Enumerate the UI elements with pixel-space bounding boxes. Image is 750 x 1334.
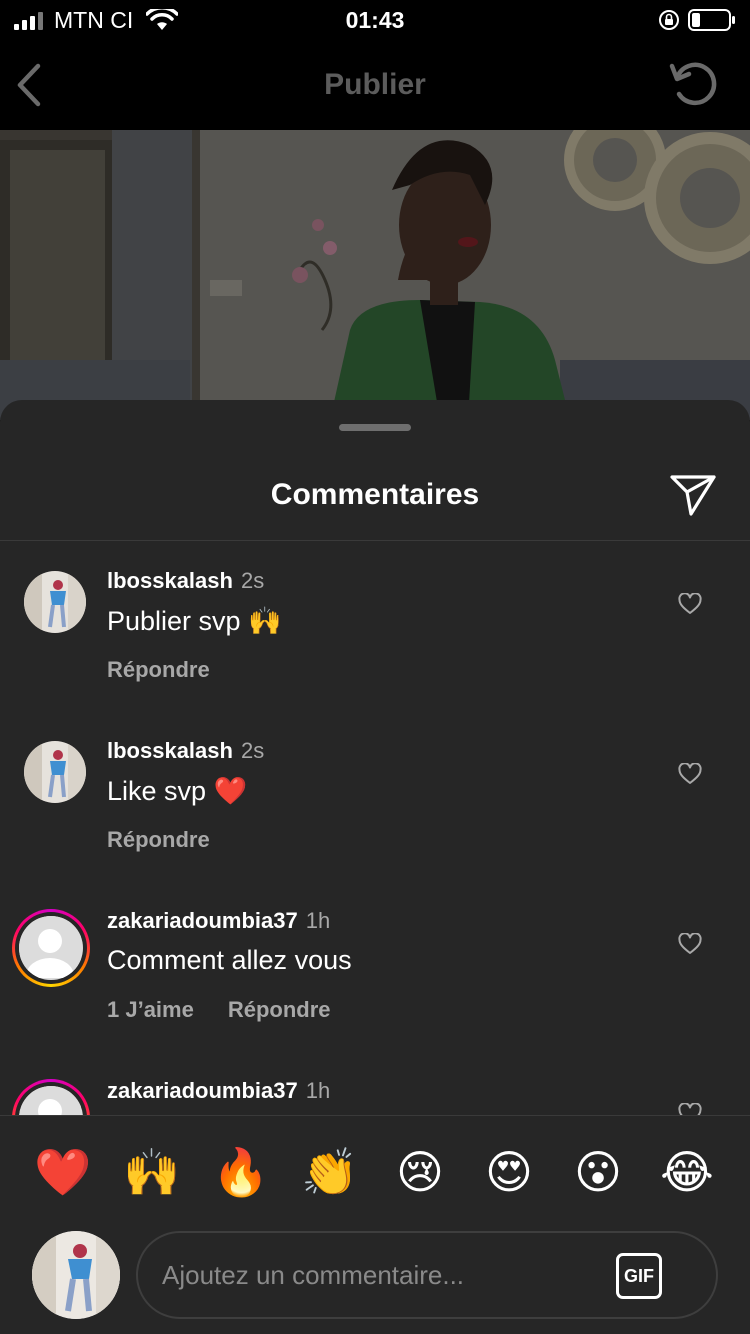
comments-sheet: Commentaires lbosskalash 2s Publier svp 🙌 [0, 400, 750, 1334]
default-avatar [19, 916, 83, 980]
comment-time: 2s [240, 738, 265, 763]
username-text[interactable]: zakariadoumbia37 [107, 1078, 298, 1103]
reaction-fire-emoji[interactable]: 🔥 [211, 1142, 271, 1202]
status-time: 01:43 [345, 7, 405, 33]
default-avatar [19, 1086, 83, 1115]
sheet-title: Commentaires [270, 478, 480, 511]
comment-text: Like svp ❤️ [107, 776, 248, 806]
heart-outline-icon[interactable] [678, 933, 702, 955]
comment-username[interactable]: lbosskalash 2s [107, 738, 264, 764]
avatar-story-ring[interactable] [12, 909, 90, 987]
avatar[interactable] [24, 741, 86, 803]
refresh-icon[interactable] [668, 58, 720, 110]
avatar-image [24, 571, 86, 633]
comment-username[interactable]: zakariadoumbia37 1h [107, 1078, 330, 1104]
reaction-laughing-emoji[interactable]: 😂 [657, 1142, 717, 1202]
comment-actions: Répondre [107, 827, 210, 853]
default-person-icon [19, 916, 81, 978]
username-text[interactable]: lbosskalash [107, 738, 233, 763]
comment-item: lbosskalash 2s Publier svp 🙌 Répondre [0, 541, 750, 711]
heart-outline-icon[interactable] [678, 593, 702, 615]
reaction-heart-emoji[interactable]: ❤️ [33, 1142, 93, 1202]
avatar-ring-gap [15, 912, 87, 984]
post-photo [0, 130, 750, 420]
comment-actions: Répondre [107, 657, 210, 683]
reaction-raised-hands-emoji[interactable]: 🙌 [122, 1142, 182, 1202]
avatar[interactable] [24, 571, 86, 633]
likes-count[interactable]: 1 J’aime [107, 997, 194, 1023]
reaction-crying-emoji[interactable]: 😢 [390, 1142, 450, 1202]
my-avatar [32, 1231, 120, 1319]
quick-reaction-bar: ❤️ 🙌 🔥 👏 😢 😍 😮 😂 [0, 1142, 750, 1202]
reaction-surprised-emoji[interactable]: 😮 [568, 1142, 628, 1202]
nav-bar: Publier [0, 40, 750, 130]
reaction-clap-emoji[interactable]: 👏 [300, 1142, 360, 1202]
avatar-ring-gap [15, 1082, 87, 1115]
avatar-story-ring[interactable] [12, 1079, 90, 1115]
reply-button[interactable]: Répondre [107, 657, 210, 683]
comment-item: lbosskalash 2s Like svp ❤️ Répondre [0, 711, 750, 881]
comment-item: zakariadoumbia37 1h [0, 1051, 750, 1115]
comment-actions: 1 J’aime Répondre [107, 997, 331, 1023]
username-text[interactable]: zakariadoumbia37 [107, 908, 298, 933]
post-photo-image [0, 130, 750, 420]
reply-button[interactable]: Répondre [228, 997, 331, 1023]
username-text[interactable]: lbosskalash [107, 568, 233, 593]
comment-username[interactable]: lbosskalash 2s [107, 568, 264, 594]
comment-time: 1h [305, 1078, 331, 1103]
page-title: Publier [324, 68, 426, 101]
comment-input[interactable] [162, 1253, 602, 1297]
comment-username[interactable]: zakariadoumbia37 1h [107, 908, 330, 934]
comment-text: Comment allez vous [107, 945, 352, 975]
reply-button[interactable]: Répondre [107, 827, 210, 853]
gif-button[interactable]: GIF [616, 1253, 662, 1299]
share-paper-plane-icon[interactable] [668, 472, 718, 518]
my-avatar-image [32, 1231, 120, 1319]
comment-input-box: GIF [136, 1231, 718, 1319]
battery-icon [688, 9, 735, 31]
comment-text: Publier svp 🙌 [107, 606, 282, 636]
orientation-lock-icon [659, 10, 679, 30]
comment-composer-panel: ❤️ 🙌 🔥 👏 😢 😍 😮 😂 GIF [0, 1115, 750, 1334]
comment-item: zakariadoumbia37 1h Comment allez vous 1 … [0, 881, 750, 1051]
default-person-icon [19, 1086, 81, 1115]
sheet-grabber-handle[interactable] [339, 424, 411, 431]
heart-outline-icon[interactable] [678, 763, 702, 785]
heart-outline-icon[interactable] [678, 1103, 702, 1115]
status-bar: MTN CI 01:43 [0, 0, 750, 40]
comments-list[interactable]: lbosskalash 2s Publier svp 🙌 Répondre lb… [0, 541, 750, 1115]
reaction-heart-eyes-emoji[interactable]: 😍 [479, 1142, 539, 1202]
avatar-image [24, 741, 86, 803]
comment-time: 2s [240, 568, 265, 593]
comment-time: 1h [305, 908, 331, 933]
